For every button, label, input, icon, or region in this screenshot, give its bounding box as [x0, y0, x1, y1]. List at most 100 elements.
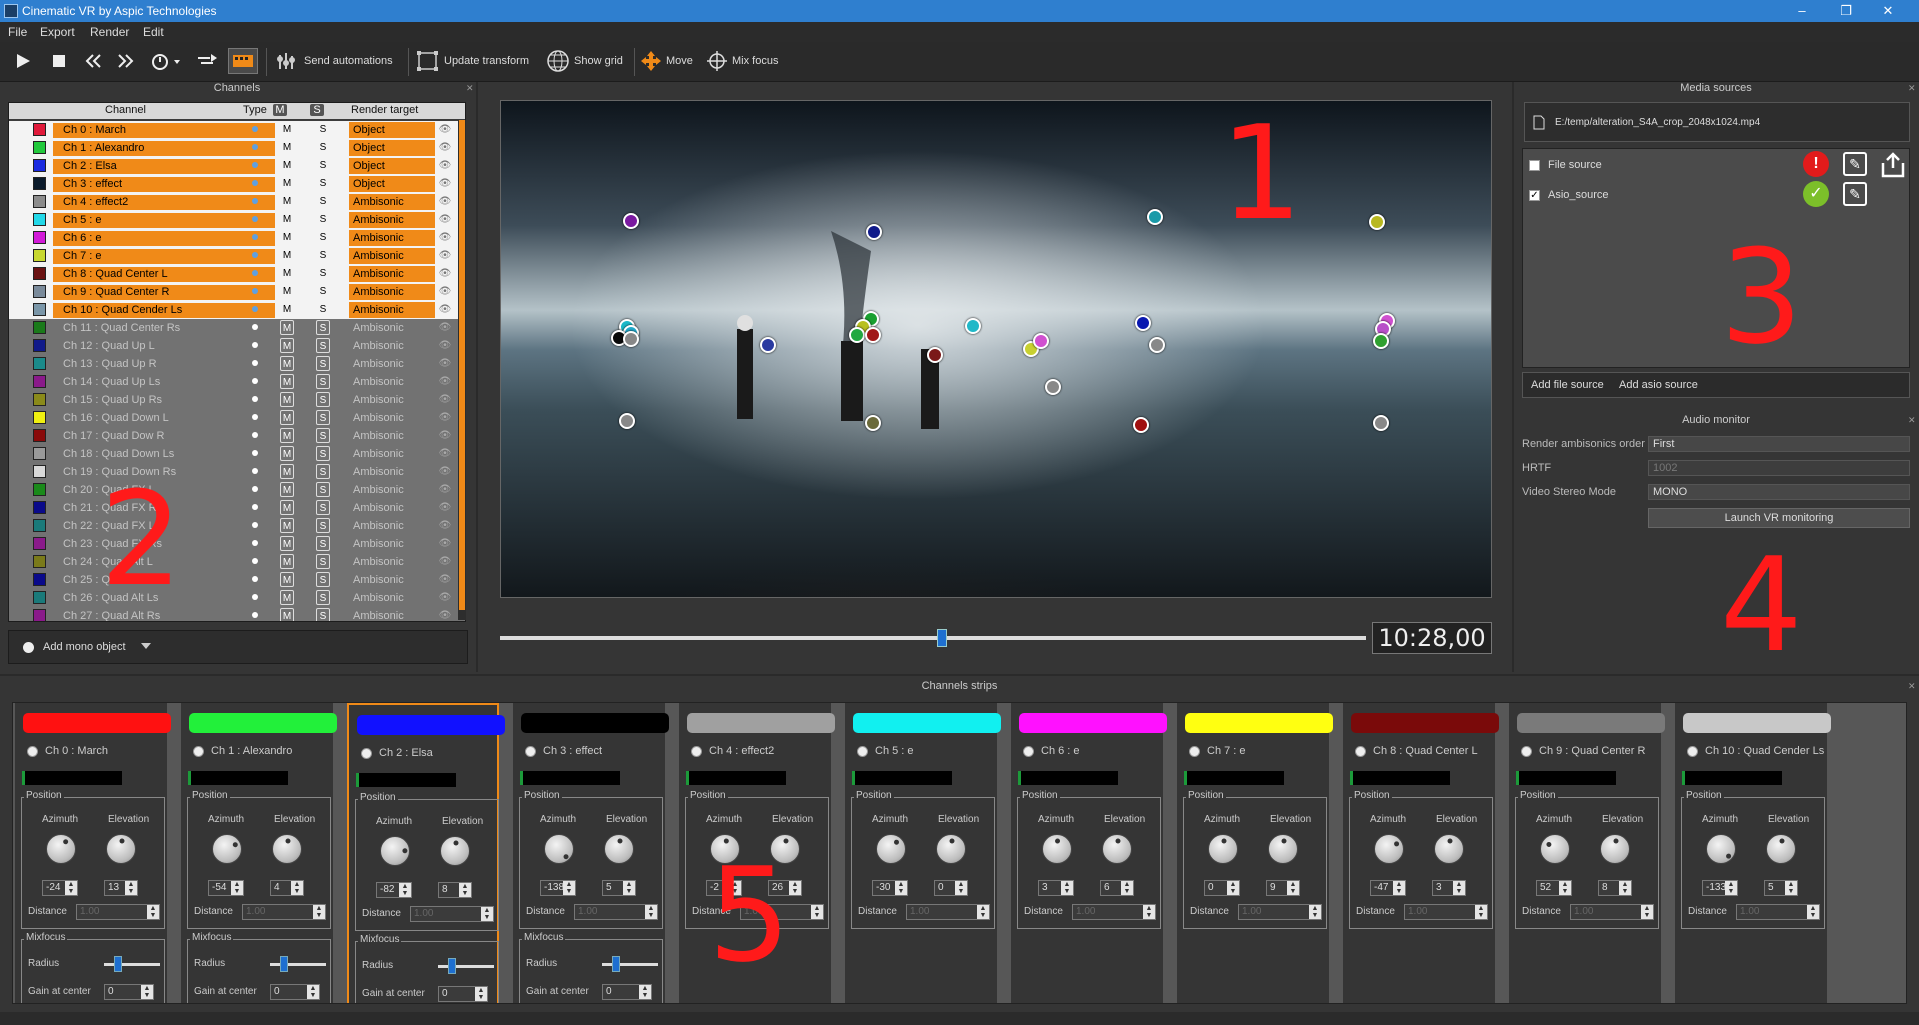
- header-channel[interactable]: Channel: [105, 104, 146, 116]
- mute-button[interactable]: M: [280, 392, 294, 407]
- channel-row[interactable]: Ch 12 : Quad Up L M S Ambisonic 👁: [9, 337, 465, 355]
- render-target[interactable]: Ambisonic: [349, 608, 435, 621]
- distance-spinbox[interactable]: 1.00 ▲ ▼: [242, 904, 326, 920]
- channel-color-swatch[interactable]: [33, 303, 46, 316]
- add-asio-source-button[interactable]: Add asio source: [1619, 379, 1698, 391]
- radius-slider-handle[interactable]: [448, 958, 456, 974]
- eye-icon[interactable]: 👁: [437, 500, 453, 516]
- mute-button[interactable]: M: [280, 500, 294, 515]
- render-target[interactable]: Ambisonic: [349, 284, 435, 300]
- mute-button[interactable]: M: [280, 284, 294, 299]
- channel-color-swatch[interactable]: [33, 465, 46, 478]
- render-target[interactable]: Ambisonic: [349, 410, 435, 426]
- azimuth-spinbox[interactable]: 3 ▲ ▼: [1038, 880, 1074, 896]
- render-target[interactable]: Ambisonic: [349, 590, 435, 606]
- solo-button[interactable]: S: [316, 536, 330, 551]
- azimuth-spinbox[interactable]: -24 ▲ ▼: [42, 880, 78, 896]
- mute-button[interactable]: M: [280, 194, 294, 209]
- channel-row[interactable]: Ch 10 : Quad Cender Ls M S Ambisonic 👁: [9, 301, 465, 319]
- channel-color-swatch[interactable]: [33, 339, 46, 352]
- distance-spinbox[interactable]: 1.00 ▲ ▼: [574, 904, 658, 920]
- edit-icon[interactable]: ✎: [1843, 182, 1867, 206]
- render-target[interactable]: Object: [349, 176, 435, 192]
- mute-button[interactable]: M: [280, 572, 294, 587]
- strip-color-bar[interactable]: [189, 713, 337, 733]
- splitter[interactable]: [0, 674, 1919, 676]
- channel-color-swatch[interactable]: [33, 447, 46, 460]
- solo-button[interactable]: S: [316, 554, 330, 569]
- azimuth-spinbox[interactable]: -30 ▲ ▼: [872, 880, 908, 896]
- spin-arrows-icon[interactable]: ▲ ▼: [1143, 905, 1155, 919]
- launch-vr-button[interactable]: Launch VR monitoring: [1648, 508, 1910, 528]
- header-mute[interactable]: M: [273, 104, 287, 116]
- radius-slider[interactable]: [602, 963, 658, 966]
- azimuth-knob[interactable]: [1374, 834, 1404, 864]
- speaker-marker[interactable]: [623, 331, 639, 347]
- channel-row[interactable]: Ch 23 : Quad FX Rs M S Ambisonic 👁: [9, 535, 465, 553]
- channel-color-swatch[interactable]: [33, 159, 46, 172]
- solo-button[interactable]: S: [316, 572, 330, 587]
- spin-arrows-icon[interactable]: ▲ ▼: [65, 881, 77, 895]
- header-type[interactable]: Type: [243, 104, 267, 116]
- channel-color-swatch[interactable]: [33, 195, 46, 208]
- spin-arrows-icon[interactable]: ▲ ▼: [977, 905, 989, 919]
- speaker-marker[interactable]: [965, 318, 981, 334]
- spin-arrows-icon[interactable]: ▲ ▼: [147, 905, 159, 919]
- spin-arrows-icon[interactable]: ▲ ▼: [811, 905, 823, 919]
- radius-slider-handle[interactable]: [114, 956, 122, 972]
- solo-button[interactable]: S: [316, 482, 330, 497]
- solo-button[interactable]: S: [316, 284, 330, 299]
- spin-arrows-icon[interactable]: ▲ ▼: [639, 985, 651, 999]
- panel-close-icon[interactable]: ✕: [1908, 84, 1916, 93]
- elevation-knob[interactable]: [1600, 834, 1630, 864]
- strip-color-bar[interactable]: [357, 715, 505, 735]
- move-button[interactable]: Move: [640, 48, 693, 74]
- menu-export[interactable]: Export: [40, 25, 75, 39]
- speaker-marker[interactable]: [927, 347, 943, 363]
- elevation-knob[interactable]: [272, 834, 302, 864]
- channel-row[interactable]: Ch 4 : effect2 M S Ambisonic 👁: [9, 193, 465, 211]
- radius-slider[interactable]: [104, 963, 160, 966]
- azimuth-knob[interactable]: [212, 834, 242, 864]
- solo-button[interactable]: S: [316, 590, 330, 605]
- speaker-marker[interactable]: [865, 415, 881, 431]
- solo-button[interactable]: S: [316, 194, 330, 209]
- strip-select-radio[interactable]: [1355, 746, 1366, 757]
- channel-row[interactable]: Ch 27 : Quad Alt Rs M S Ambisonic 👁: [9, 607, 465, 621]
- spin-arrows-icon[interactable]: ▲ ▼: [1559, 881, 1571, 895]
- channel-row[interactable]: Ch 16 : Quad Down L M S Ambisonic 👁: [9, 409, 465, 427]
- mute-button[interactable]: M: [280, 536, 294, 551]
- render-target[interactable]: Ambisonic: [349, 230, 435, 246]
- channel-color-swatch[interactable]: [33, 141, 46, 154]
- elevation-spinbox[interactable]: 9 ▲ ▼: [1266, 880, 1300, 896]
- strip-color-bar[interactable]: [23, 713, 171, 733]
- channel-color-swatch[interactable]: [33, 429, 46, 442]
- speaker-marker[interactable]: [866, 224, 882, 240]
- add-file-source-button[interactable]: Add file source: [1531, 379, 1604, 391]
- elevation-spinbox[interactable]: 4 ▲ ▼: [270, 880, 304, 896]
- channel-color-swatch[interactable]: [33, 411, 46, 424]
- channel-color-swatch[interactable]: [33, 267, 46, 280]
- close-button[interactable]: ✕: [1874, 2, 1902, 20]
- menu-edit[interactable]: Edit: [143, 25, 164, 39]
- spin-arrows-icon[interactable]: ▲ ▼: [1453, 881, 1465, 895]
- eye-icon[interactable]: 👁: [437, 320, 453, 336]
- render-target[interactable]: Ambisonic: [349, 302, 435, 318]
- spin-arrows-icon[interactable]: ▲ ▼: [1641, 905, 1653, 919]
- maximize-button[interactable]: ❐: [1832, 2, 1860, 20]
- speaker-marker[interactable]: [865, 327, 881, 343]
- gain-spinbox[interactable]: 0 ▲ ▼: [602, 984, 652, 1000]
- render-target[interactable]: Ambisonic: [349, 446, 435, 462]
- splitter[interactable]: [476, 82, 478, 672]
- mute-button[interactable]: M: [280, 464, 294, 479]
- distance-spinbox[interactable]: 1.00 ▲ ▼: [76, 904, 160, 920]
- azimuth-spinbox[interactable]: 0 ▲ ▼: [1204, 880, 1240, 896]
- azimuth-spinbox[interactable]: -54 ▲ ▼: [208, 880, 244, 896]
- spin-arrows-icon[interactable]: ▲ ▼: [1287, 881, 1299, 895]
- distance-spinbox[interactable]: 1.00 ▲ ▼: [906, 904, 990, 920]
- strip-color-bar[interactable]: [1019, 713, 1167, 733]
- azimuth-spinbox[interactable]: -82 ▲ ▼: [376, 882, 412, 898]
- channel-row[interactable]: Ch 20 : Quad FX L M S Ambisonic 👁: [9, 481, 465, 499]
- eye-icon[interactable]: 👁: [437, 554, 453, 570]
- spin-arrows-icon[interactable]: ▲ ▼: [1785, 881, 1797, 895]
